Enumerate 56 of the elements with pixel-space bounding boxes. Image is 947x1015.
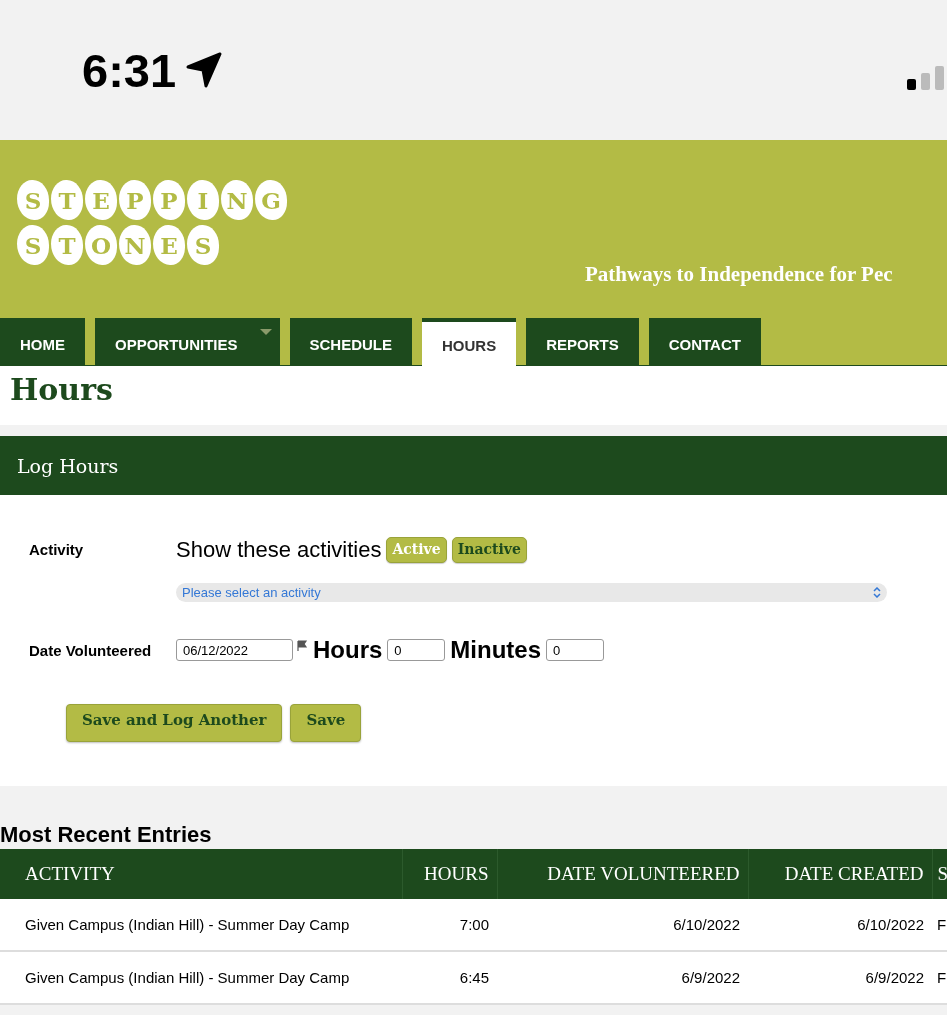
logo-letter: S [17,225,49,265]
table-cell: 6:45 [402,951,497,1004]
table-cell: 6/9/2022 [497,951,748,1004]
logo-letter: N [119,225,151,265]
table-cell: 6/10/2022 [497,899,748,951]
tagline: Pathways to Independence for Pec [585,262,893,287]
column-header: S [932,849,947,899]
table-cell: F [932,899,947,951]
field-label: Hours [313,636,383,664]
nav-tab[interactable]: OPPORTUNITIES [95,318,280,365]
flag-icon[interactable] [296,640,308,652]
column-header: DATE CREATED [748,849,932,899]
nav-tab[interactable]: REPORTS [526,318,639,365]
field-label: Date Volunteered [29,641,153,659]
column-header: HOURS [402,849,497,899]
logo-letter: G [255,180,287,220]
nav-tab[interactable]: CONTACT [648,318,761,365]
field-label: Minutes [450,636,541,664]
logo-letter: S [187,225,219,265]
hours-field[interactable]: 0 [387,639,446,661]
section-title: Most Recent Entries [0,822,212,848]
logo-letter: O [85,225,117,265]
section-header: Log Hours [0,436,947,495]
logo-letter: T [51,225,83,265]
save-button[interactable]: Save and Log Another [66,704,283,742]
filter-button[interactable]: Inactive [451,537,527,563]
table-cell: F [932,951,947,1004]
table-cell: Given Campus (Indian Hill) - Summer Day Camp [0,899,402,951]
filter-label: Show these activities [176,537,382,563]
location-arrow-icon [186,52,223,88]
logo-letter: T [51,180,83,220]
nav-tab[interactable]: HOME [0,318,85,365]
clock-time: 6:31 [82,42,177,98]
logo-letter: P [153,180,185,220]
column-header: DATE VOLUNTEERED [497,849,748,899]
table-cell: 6/10/2022 [748,899,932,951]
logo-letter: N [221,180,253,220]
nav-tab[interactable]: HOURS [422,318,517,366]
date-field[interactable]: 06/12/2022 [176,639,293,661]
logo-letter: S [17,180,49,220]
column-header: ACTIVITY [0,849,402,899]
table-cell: Given Campus (Indian Hill) - Summer Day Camp [0,951,402,1004]
chevron-icon [873,587,881,598]
logo-letter: E [153,225,185,265]
page-title: Hours [10,372,114,407]
minutes-field[interactable]: 0 [546,639,604,661]
table-cell: 7:00 [402,899,497,951]
nav-tab[interactable]: SCHEDULE [289,318,413,365]
table-cell: 6/9/2022 [748,951,932,1004]
logo-letter: E [85,180,117,220]
field-label: Activity [29,541,85,558]
save-button[interactable]: Save [290,704,362,742]
logo-letter: I [187,180,219,220]
activity-select[interactable]: Please select an activity [176,583,887,602]
signal-icon [907,64,947,92]
logo-letter: P [119,180,151,220]
